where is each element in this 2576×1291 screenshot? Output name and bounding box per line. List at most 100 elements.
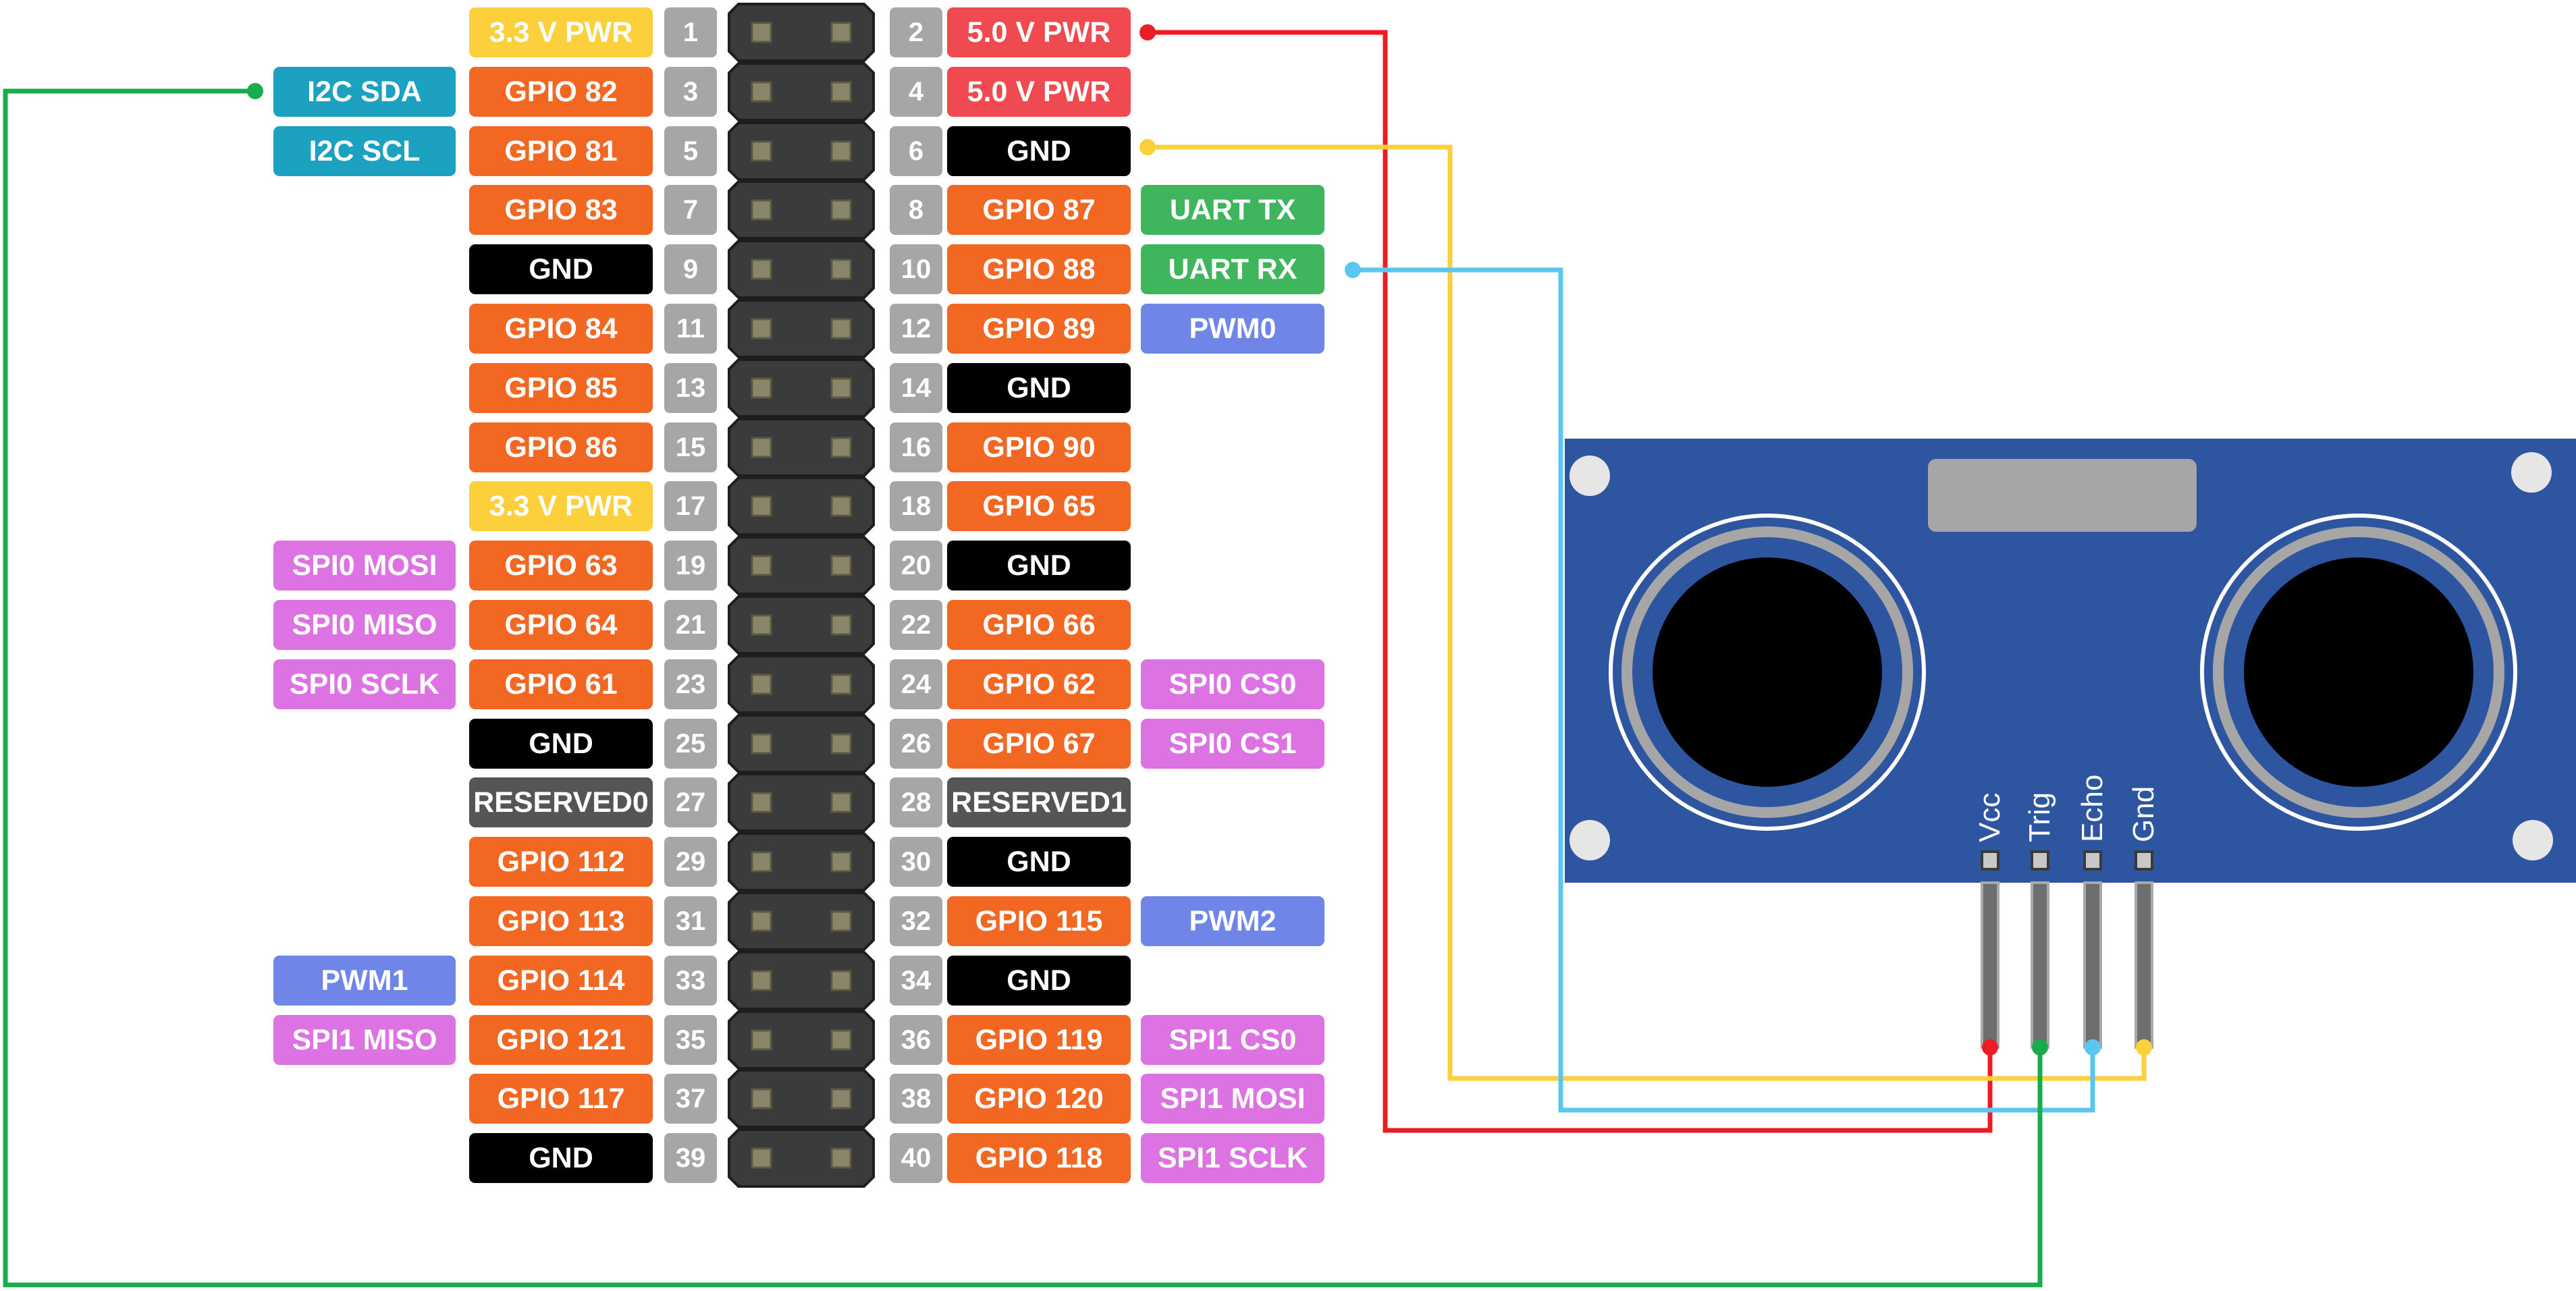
echo-wire-end bbox=[2085, 1039, 2101, 1055]
sensor-pin-label-echo: Echo bbox=[2076, 774, 2109, 842]
sensor-pin-label-vcc: Vcc bbox=[1973, 792, 2006, 842]
pin-name-label: GPIO 81 bbox=[469, 126, 653, 176]
pin-number: 21 bbox=[664, 600, 717, 650]
pin-function-label: UART RX bbox=[1141, 244, 1324, 294]
header-pin bbox=[830, 199, 852, 221]
mounting-hole bbox=[1569, 820, 1610, 860]
pin-name-label: GPIO 62 bbox=[947, 659, 1131, 709]
pin-name-label: GPIO 67 bbox=[947, 719, 1131, 769]
pin-number: 29 bbox=[664, 837, 717, 887]
header-pin-pair bbox=[728, 655, 875, 714]
header-pin-pair bbox=[728, 1069, 875, 1128]
sensor-crystal bbox=[1928, 459, 2197, 532]
header-pin bbox=[751, 555, 772, 576]
header-pin bbox=[751, 674, 772, 695]
pin-name-label: GPIO 61 bbox=[469, 659, 653, 709]
header-pin bbox=[830, 970, 852, 991]
pin-name-label: GPIO 114 bbox=[469, 956, 653, 1006]
pin-name-label: 3.3 V PWR bbox=[469, 481, 653, 531]
pin-name-label: GPIO 82 bbox=[469, 67, 653, 117]
pin-number: 12 bbox=[890, 304, 942, 354]
pin-number: 39 bbox=[664, 1133, 717, 1183]
pin-number: 7 bbox=[664, 185, 717, 235]
pin-number: 24 bbox=[890, 659, 942, 709]
pin-name-label: 5.0 V PWR bbox=[947, 7, 1131, 57]
header-pin-pair bbox=[728, 62, 875, 121]
pin-number: 31 bbox=[664, 896, 717, 946]
pin-number: 18 bbox=[890, 481, 942, 531]
pin-name-label: GPIO 112 bbox=[469, 837, 653, 887]
pin-name-label: GPIO 64 bbox=[469, 600, 653, 650]
pin-number: 40 bbox=[890, 1133, 942, 1183]
pin-number: 5 bbox=[664, 126, 717, 176]
header-pin bbox=[830, 318, 852, 339]
pin-function-label: SPI1 MOSI bbox=[1141, 1074, 1324, 1124]
trig-wire-end bbox=[247, 83, 263, 99]
pin-function-label: SPI0 MISO bbox=[273, 600, 456, 650]
sensor-pin-pad bbox=[2031, 850, 2049, 871]
gnd-wire-end bbox=[1139, 139, 1156, 155]
pin-number: 28 bbox=[890, 777, 942, 827]
header-pin bbox=[830, 674, 852, 695]
header-pin bbox=[751, 851, 772, 873]
pin-number: 22 bbox=[890, 600, 942, 650]
header-pin bbox=[751, 1029, 772, 1051]
pin-name-label: GPIO 117 bbox=[469, 1074, 653, 1124]
header-pin bbox=[830, 555, 852, 576]
pin-number: 19 bbox=[664, 541, 717, 590]
wiring-diagram: 3.3 V PWR 1 2 5.0 V PWR I2C SDA GPIO 82 3 4 5.0 … bbox=[0, 0, 2576, 1291]
pin-number: 32 bbox=[890, 896, 942, 946]
gnd-wire-end bbox=[2136, 1039, 2152, 1055]
transducer-left bbox=[1609, 514, 1926, 831]
header-pin-pair bbox=[728, 891, 875, 951]
vcc-wire-end bbox=[1982, 1039, 1998, 1055]
header-pin bbox=[830, 140, 852, 162]
header-pin bbox=[751, 81, 772, 103]
pin-name-label: GPIO 118 bbox=[947, 1133, 1131, 1183]
pin-function-label: PWM1 bbox=[273, 956, 456, 1006]
pin-name-label: GPIO 63 bbox=[469, 541, 653, 590]
pin-function-label: SPI1 SCLK bbox=[1141, 1133, 1324, 1183]
pin-number: 2 bbox=[890, 7, 942, 57]
pin-number: 3 bbox=[664, 67, 717, 117]
pin-name-label: GPIO 120 bbox=[947, 1074, 1131, 1124]
pin-function-label: SPI0 CS1 bbox=[1141, 719, 1324, 769]
pin-name-label: GPIO 85 bbox=[469, 363, 653, 413]
pin-function-label: SPI0 MOSI bbox=[273, 541, 456, 590]
pin-number: 11 bbox=[664, 304, 717, 354]
pin-number: 13 bbox=[664, 363, 717, 413]
header-pin bbox=[830, 614, 852, 636]
pin-number: 25 bbox=[664, 719, 717, 769]
pin-header bbox=[728, 3, 875, 1188]
pin-number: 9 bbox=[664, 244, 717, 294]
pin-function-label: UART TX bbox=[1141, 185, 1324, 235]
pin-name-label: 3.3 V PWR bbox=[469, 7, 653, 57]
pin-name-label: GND bbox=[469, 719, 653, 769]
pin-function-label: PWM0 bbox=[1141, 304, 1324, 354]
pin-name-label: GPIO 83 bbox=[469, 185, 653, 235]
mounting-hole bbox=[1569, 456, 1610, 496]
sensor-pin-pad bbox=[1981, 850, 2000, 871]
ultrasonic-sensor bbox=[1565, 439, 2576, 1049]
header-pin bbox=[751, 140, 772, 162]
pin-function-label: PWM2 bbox=[1141, 896, 1324, 946]
pin-name-label: GPIO 88 bbox=[947, 244, 1131, 294]
header-pin bbox=[830, 377, 852, 399]
sensor-pin-pad bbox=[2135, 850, 2153, 871]
header-pin bbox=[751, 199, 772, 221]
header-pin bbox=[830, 1147, 852, 1169]
vcc-wire-end bbox=[1139, 24, 1156, 40]
sensor-pin-label-gnd: Gnd bbox=[2127, 786, 2160, 842]
pin-name-label: GPIO 65 bbox=[947, 481, 1131, 531]
pin-number: 8 bbox=[890, 185, 942, 235]
header-pin-pair bbox=[728, 595, 875, 655]
header-pin-pair bbox=[728, 418, 875, 477]
pin-number: 37 bbox=[664, 1074, 717, 1124]
pin-number: 36 bbox=[890, 1015, 942, 1065]
pin-name-label: RESERVED0 bbox=[469, 777, 653, 827]
pin-number: 17 bbox=[664, 481, 717, 531]
pin-number: 20 bbox=[890, 541, 942, 590]
pin-name-label: GND bbox=[947, 541, 1131, 590]
header-pin bbox=[751, 792, 772, 813]
pin-name-label: GPIO 113 bbox=[469, 896, 653, 946]
